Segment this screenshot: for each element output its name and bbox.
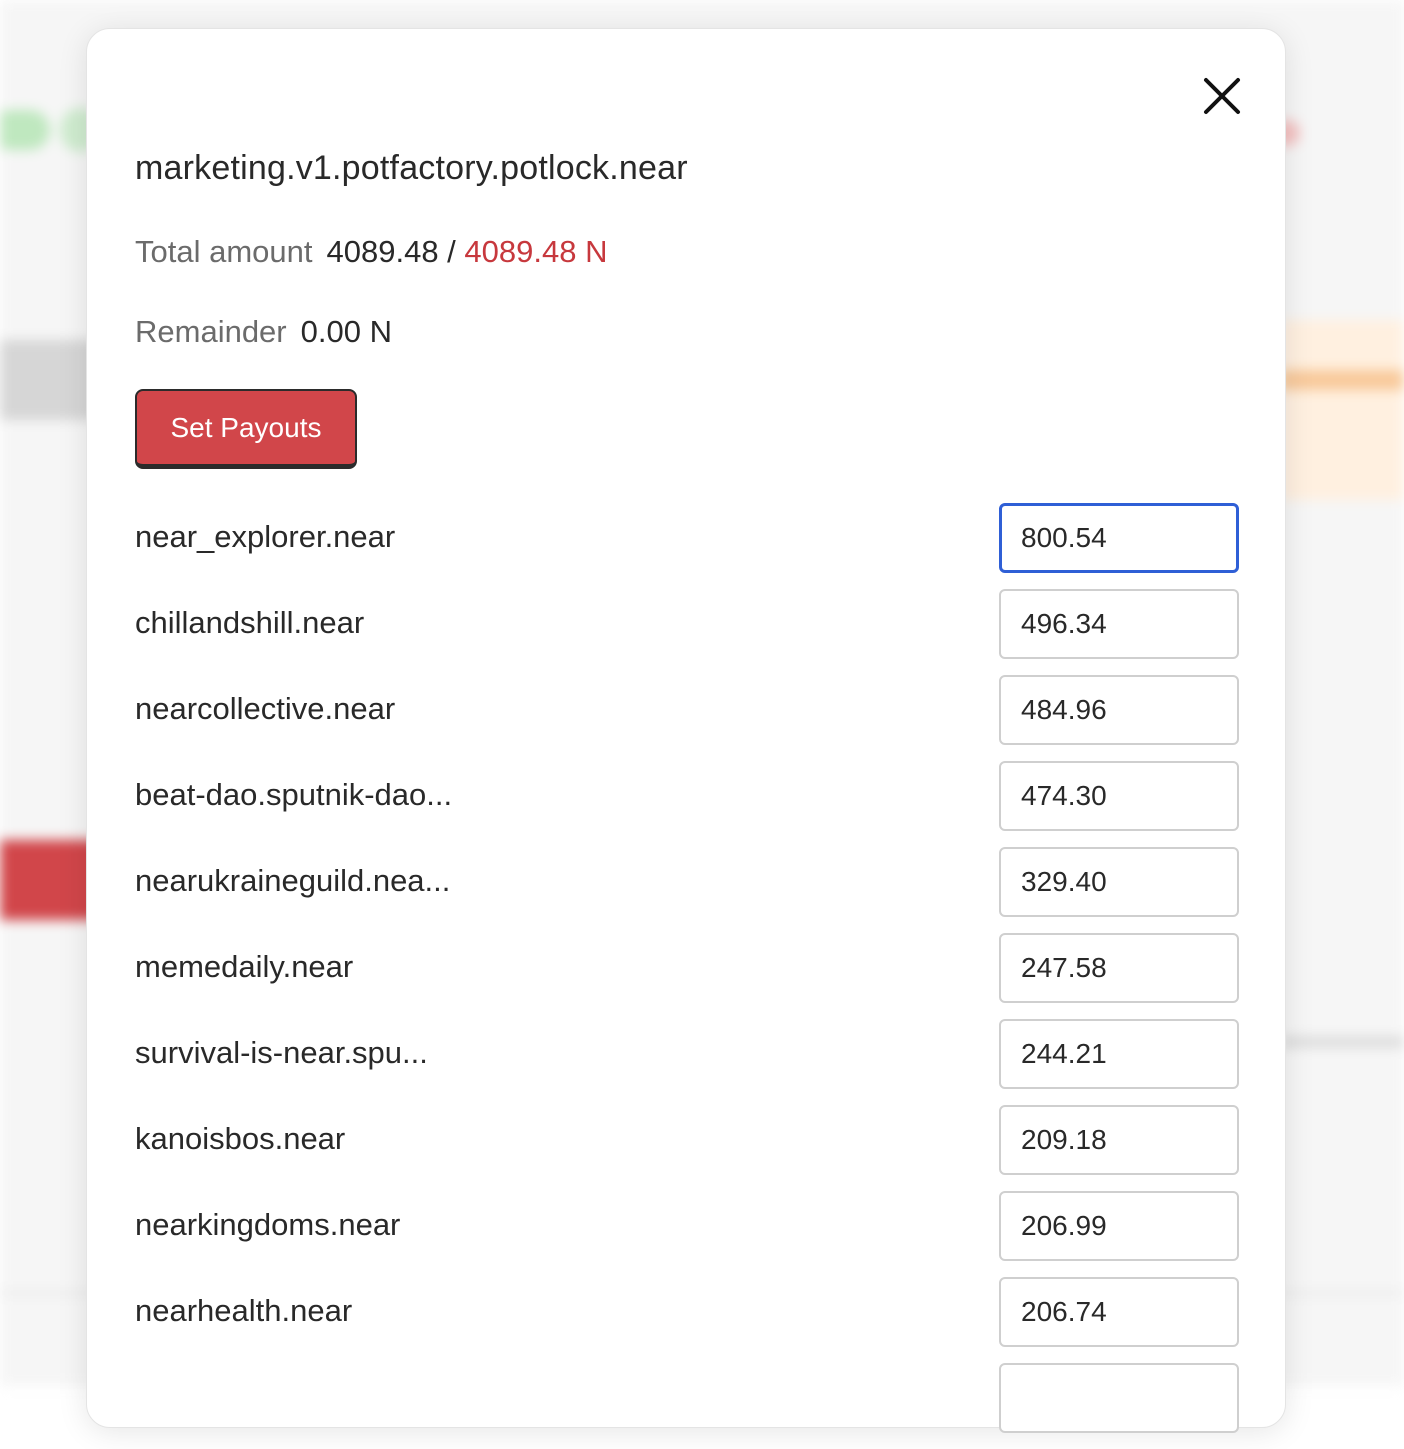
payout-recipient-name: nearkingdoms.near [135,1207,400,1243]
close-icon [1202,76,1242,116]
payout-recipient-name: nearhealth.near [135,1293,352,1329]
total-amount-row: Total amount 4089.48 / 4089.48 N [135,234,607,270]
payout-recipient-name: survival-is-near.spu... [135,1035,428,1071]
payout-row: chillandshill.near [135,589,1239,675]
payout-row: survival-is-near.spu... [135,1019,1239,1105]
payout-row [135,1363,1239,1449]
payouts-modal: marketing.v1.potfactory.potlock.near Tot… [86,28,1286,1428]
payout-amount-input[interactable] [999,933,1239,1003]
payout-row: nearkingdoms.near [135,1191,1239,1277]
payout-amount-input[interactable] [999,1277,1239,1347]
payout-recipient-name: memedaily.near [135,949,353,985]
pot-title: marketing.v1.potfactory.potlock.near [135,149,688,188]
payout-amount-input[interactable] [999,761,1239,831]
payout-row: nearukraineguild.nea... [135,847,1239,933]
payout-row: beat-dao.sputnik-dao... [135,761,1239,847]
payout-amount-input[interactable] [999,847,1239,917]
payout-amount-input[interactable] [999,1363,1239,1433]
backdrop-heading-fragment [0,340,100,420]
payout-recipient-name: near_explorer.near [135,519,395,555]
payout-amount-input[interactable] [999,1019,1239,1089]
total-amount-current: 4089.48 / [327,234,456,269]
payout-amount-input[interactable] [999,1105,1239,1175]
payout-amount-input[interactable] [999,503,1239,573]
total-amount-label: Total amount [135,234,313,269]
backdrop-grey-line [1280,1036,1404,1048]
payout-amount-input[interactable] [999,1191,1239,1261]
payout-row: kanoisbos.near [135,1105,1239,1191]
payout-list: near_explorer.near chillandshill.near near… [135,503,1239,1449]
payout-row: near_explorer.near [135,503,1239,589]
payout-row: nearhealth.near [135,1277,1239,1363]
payout-recipient-name: nearukraineguild.nea... [135,863,450,899]
payout-recipient-name: kanoisbos.near [135,1121,345,1157]
remainder-row: Remainder 0.00 N [135,314,392,350]
payout-recipient-name: beat-dao.sputnik-dao... [135,777,452,813]
payout-amount-input[interactable] [999,589,1239,659]
set-payouts-button[interactable]: Set Payouts [135,389,357,469]
payout-recipient-name: chillandshill.near [135,605,364,641]
payout-row: nearcollective.near [135,675,1239,761]
backdrop-green-blob [0,110,50,150]
payout-recipient-name: nearcollective.near [135,691,395,727]
remainder-label: Remainder [135,314,287,349]
payout-amount-input[interactable] [999,675,1239,745]
remainder-value: 0.00 N [301,314,392,349]
close-button[interactable] [1199,73,1245,119]
total-amount-target: 4089.48 N [464,234,607,269]
backdrop-orange-line [1280,370,1404,390]
backdrop-orange-band [1280,320,1404,500]
payout-row: memedaily.near [135,933,1239,1019]
